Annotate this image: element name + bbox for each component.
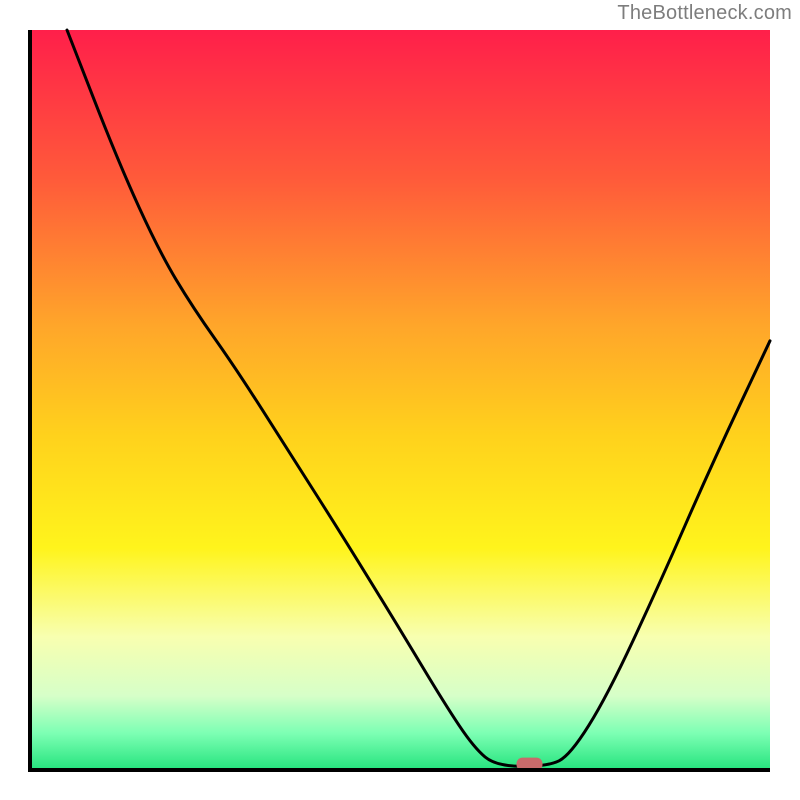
watermark-text: TheBottleneck.com — [617, 2, 792, 25]
chart-background — [30, 30, 770, 770]
bottleneck-chart — [0, 0, 800, 800]
